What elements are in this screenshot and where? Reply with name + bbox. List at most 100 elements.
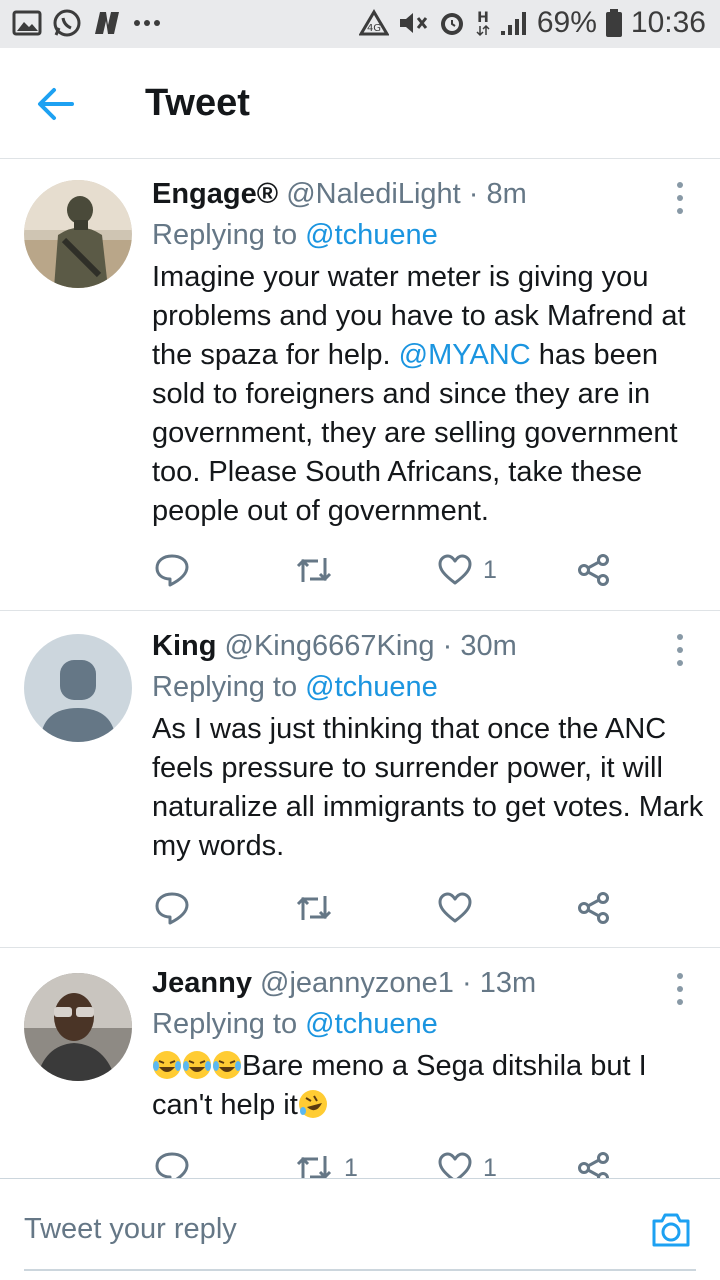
rolling-laughing-emoji-icon [298,1090,327,1118]
separator: · [468,178,479,210]
tweet-actions: 1 [152,550,632,590]
share-icon [578,554,609,586]
tweet-item[interactable]: King @King6667King · 30m Replying to @tc… [0,612,720,948]
clock: 10:36 [630,6,706,39]
retweet-button[interactable] [294,550,344,590]
retweet-count: 1 [344,1153,358,1179]
replying-prefix: Replying to [152,1008,306,1040]
page-title: Tweet [145,82,250,124]
share-icon [578,1152,609,1178]
retweet-button[interactable]: 1 [294,1148,358,1178]
more-notifications-icon [134,20,160,26]
user-name[interactable]: Jeanny [152,967,252,999]
svg-text:H: H [477,10,489,26]
like-button[interactable]: 1 [437,1148,497,1178]
reply-input[interactable]: Tweet your reply [24,1213,237,1246]
tweet-time: 8m [486,178,527,210]
share-button[interactable] [577,888,611,928]
reply-icon [155,892,189,925]
status-bar-system: 4G H 69% 10:36 [358,6,706,40]
svg-text:4G: 4G [367,23,381,34]
share-button[interactable] [577,1148,611,1178]
more-vertical-icon [677,634,683,640]
user-handle[interactable]: @jeannyzone1 [260,967,454,999]
tweet-actions: 1 1 [152,1148,632,1178]
compose-reply-bar: Tweet your reply [0,1178,720,1280]
status-bar: 4G H 69% 10:36 [0,0,720,48]
replying-to: Replying to @tchuene [152,214,707,256]
laughing-tears-emoji-icon [183,1051,211,1079]
replying-to: Replying to @tchuene [152,1003,707,1045]
tweet-header: Jeanny @jeannyzone1 · 13m [152,963,707,1003]
more-options-button[interactable] [668,969,692,1009]
tweet-time: 13m [479,967,537,999]
retweet-icon [296,896,332,920]
avatar[interactable] [24,634,132,742]
tweet-header: King @King6667King · 30m [152,626,707,666]
replying-to-mention[interactable]: @tchuene [305,1008,438,1040]
tweet-item[interactable]: Engage® @NalediLight · 8m Replying to @t… [0,160,720,611]
battery-percent: 69% [536,6,597,39]
status-bar-notifications [12,8,162,38]
retweet-icon [296,558,332,582]
retweet-button[interactable] [294,888,344,928]
laughing-tears-emoji-icon [153,1051,181,1079]
battery-icon [605,9,622,37]
like-icon [438,554,472,585]
tweet-body: King @King6667King · 30m Replying to @tc… [152,626,707,866]
data-saver-icon: 4G [358,9,389,36]
network-type-icon: H [476,10,490,37]
share-icon [578,892,609,924]
tweet-body: Engage® @NalediLight · 8m Replying to @t… [152,174,707,531]
signal-icon [500,12,526,35]
alarm-icon [440,13,463,35]
more-vertical-icon [677,973,683,979]
gallery-icon [12,10,42,36]
camera-button[interactable] [650,1209,692,1251]
tweet-text: Bare meno a Sega ditshila but I can't he… [152,1047,707,1125]
reply-button[interactable] [154,550,190,590]
more-options-button[interactable] [668,630,692,670]
reply-icon [155,1152,189,1178]
mute-icon [399,13,428,33]
separator: · [462,967,472,999]
retweet-icon [296,1156,332,1178]
avatar[interactable] [24,180,132,288]
separator: · [442,630,453,662]
like-icon [438,1152,472,1178]
replying-prefix: Replying to [152,671,306,703]
tweet-text: As I was just thinking that once the ANC… [152,713,704,862]
laughing-tears-emoji-icon [213,1051,241,1079]
reply-icon [155,554,189,587]
tweet-actions [152,888,632,928]
tweet-time: 30m [460,630,517,662]
like-count: 1 [483,1153,497,1179]
like-icon [438,892,472,923]
user-name[interactable]: Engage® [152,178,278,210]
tweet-text: Imagine your water meter is giving you p… [152,258,707,531]
app-bar: Tweet [0,48,720,159]
like-button[interactable]: 1 [437,550,497,590]
reply-button[interactable] [154,888,190,928]
avatar[interactable] [24,973,132,1081]
user-handle[interactable]: @King6667King [225,630,435,662]
back-arrow-icon [38,88,74,120]
tweet-body: Jeanny @jeannyzone1 · 13m Replying to @t… [152,963,707,1125]
more-options-button[interactable] [668,178,692,218]
replying-to-mention[interactable]: @tchuene [305,671,438,703]
user-name[interactable]: King [152,630,216,662]
replying-prefix: Replying to [152,219,306,251]
like-button[interactable] [437,888,483,928]
reply-button[interactable] [154,1148,190,1178]
tweet-item[interactable]: Jeanny @jeannyzone1 · 13m Replying to @t… [0,949,720,1178]
reply-input-underline [24,1269,696,1271]
tweet-mention[interactable]: @MYANC [399,339,531,371]
back-button[interactable] [28,76,84,132]
replying-to-mention[interactable]: @tchuene [305,219,438,251]
user-handle[interactable]: @NalediLight [286,178,461,210]
replying-to: Replying to @tchuene [152,666,707,708]
share-button[interactable] [577,550,611,590]
news-app-icon [95,12,119,34]
tweet-header: Engage® @NalediLight · 8m [152,174,707,214]
like-count: 1 [483,555,497,584]
